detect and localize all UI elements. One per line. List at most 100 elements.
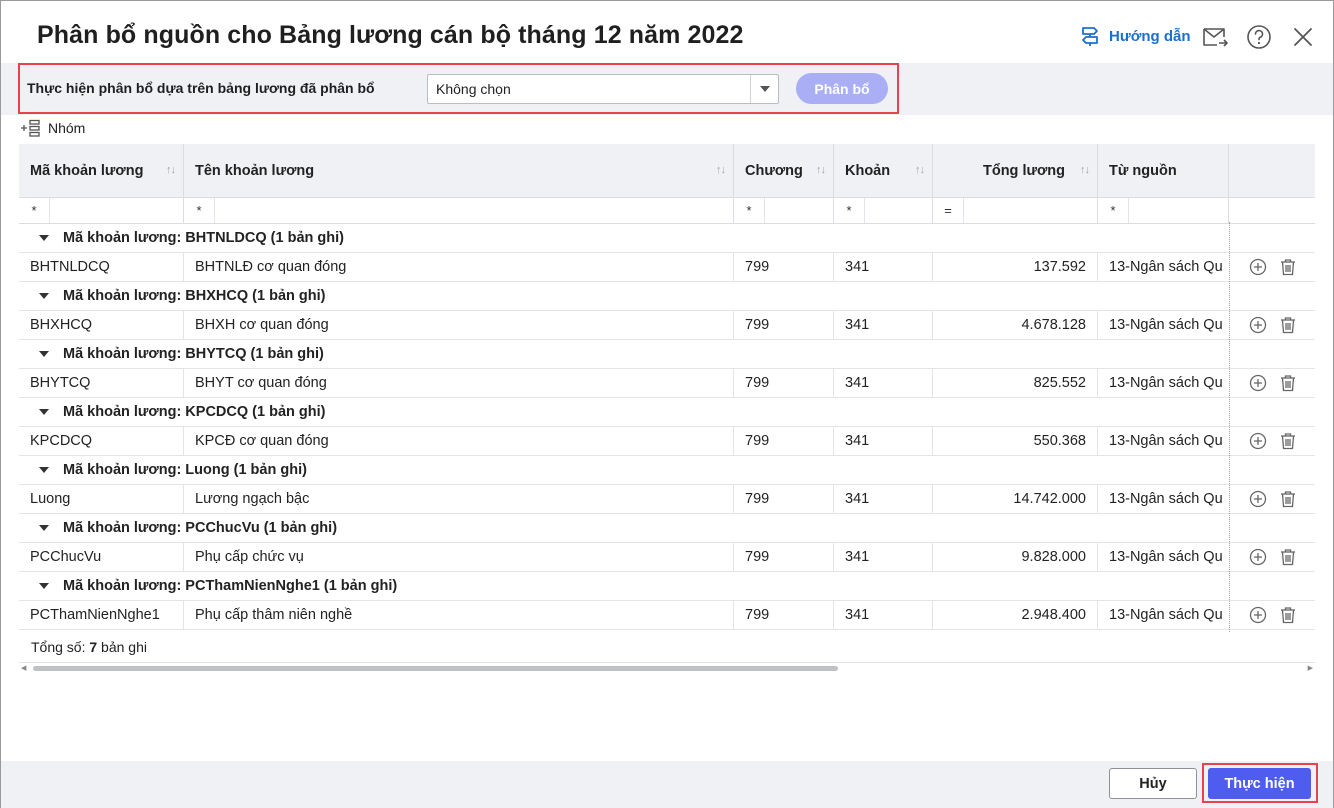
cell-ma: PCThamNienNghe1 bbox=[19, 601, 184, 629]
group-row[interactable]: Mã khoản lương: BHXHCQ (1 bản ghi) bbox=[19, 282, 1315, 311]
col-header-chuong-label: Chương bbox=[745, 162, 803, 179]
trash-icon[interactable] bbox=[1279, 374, 1297, 392]
group-row[interactable]: Mã khoản lương: PCChucVu (1 bản ghi) bbox=[19, 514, 1315, 543]
group-toggle[interactable]: Nhóm bbox=[20, 119, 85, 137]
cell-nguon: 13-Ngân sách Qu bbox=[1109, 491, 1223, 507]
trash-icon[interactable] bbox=[1279, 490, 1297, 508]
sort-icon[interactable]: ↑↓ bbox=[716, 164, 726, 176]
col-header-ten[interactable]: Tên khoản lương ↑↓ bbox=[184, 144, 734, 197]
cell-chuong: 799 bbox=[734, 427, 834, 455]
sort-icon[interactable]: ↑↓ bbox=[915, 164, 925, 176]
filter-op[interactable]: * bbox=[19, 198, 50, 223]
sort-icon[interactable]: ↑↓ bbox=[166, 164, 176, 176]
confirm-button[interactable]: Thực hiện bbox=[1208, 768, 1311, 799]
table-row[interactable]: BHXHCQ BHXH cơ quan đóng 799 341 4.678.1… bbox=[19, 311, 1315, 340]
caret-down-icon[interactable] bbox=[39, 235, 49, 241]
group-row[interactable]: Mã khoản lương: Luong (1 bản ghi) bbox=[19, 456, 1315, 485]
scrollbar-thumb[interactable] bbox=[33, 666, 838, 671]
filter-op[interactable]: * bbox=[834, 198, 865, 223]
trash-icon[interactable] bbox=[1279, 548, 1297, 566]
col-header-ten-label: Tên khoản lương bbox=[195, 162, 315, 179]
col-header-tong[interactable]: Tổng lương ↑↓ bbox=[933, 144, 1098, 197]
group-label: Mã khoản lương: KPCDCQ (1 bản ghi) bbox=[39, 404, 325, 420]
scroll-right-icon[interactable]: ▶ bbox=[1308, 664, 1313, 672]
col-header-khoan[interactable]: Khoản ↑↓ bbox=[834, 144, 933, 197]
cell-nguon: 13-Ngân sách Qu bbox=[1109, 317, 1223, 333]
close-icon[interactable] bbox=[1289, 23, 1317, 51]
group-label: Mã khoản lương: BHXHCQ (1 bản ghi) bbox=[39, 288, 325, 304]
filter-nguon[interactable]: * bbox=[1098, 198, 1229, 223]
group-row[interactable]: Mã khoản lương: PCThamNienNghe1 (1 bản g… bbox=[19, 572, 1315, 601]
cancel-button[interactable]: Hủy bbox=[1109, 768, 1197, 799]
trash-icon[interactable] bbox=[1279, 258, 1297, 276]
sort-icon[interactable]: ↑↓ bbox=[816, 164, 826, 176]
cell-khoan: 341 bbox=[834, 369, 933, 397]
group-label: Mã khoản lương: Luong (1 bản ghi) bbox=[39, 462, 307, 478]
table-row[interactable]: Luong Lương ngạch bậc 799 341 14.742.000… bbox=[19, 485, 1315, 514]
cell-tong: 14.742.000 bbox=[933, 485, 1098, 513]
cell-ma: KPCDCQ bbox=[19, 427, 184, 455]
add-circle-icon[interactable] bbox=[1249, 606, 1267, 624]
horizontal-scrollbar[interactable]: ◀ ▶ bbox=[19, 662, 1315, 673]
caret-down-icon[interactable] bbox=[39, 525, 49, 531]
add-circle-icon[interactable] bbox=[1249, 432, 1267, 450]
table-row[interactable]: PCChucVu Phụ cấp chức vụ 799 341 9.828.0… bbox=[19, 543, 1315, 572]
group-row[interactable]: Mã khoản lương: BHYTCQ (1 bản ghi) bbox=[19, 340, 1315, 369]
question-icon[interactable] bbox=[1245, 23, 1273, 51]
add-circle-icon[interactable] bbox=[1249, 548, 1267, 566]
filter-op[interactable]: * bbox=[734, 198, 765, 223]
cell-khoan: 341 bbox=[834, 543, 933, 571]
caret-down-icon[interactable] bbox=[39, 293, 49, 299]
col-header-chuong[interactable]: Chương ↑↓ bbox=[734, 144, 834, 197]
add-circle-icon[interactable] bbox=[1249, 316, 1267, 334]
table-row[interactable]: BHTNLDCQ BHTNLĐ cơ quan đóng 799 341 137… bbox=[19, 253, 1315, 282]
add-circle-icon[interactable] bbox=[1249, 490, 1267, 508]
table-row[interactable]: PCThamNienNghe1 Phụ cấp thâm niên nghề 7… bbox=[19, 601, 1315, 630]
trash-icon[interactable] bbox=[1279, 316, 1297, 334]
filter-ma[interactable]: * bbox=[19, 198, 184, 223]
filter-ten[interactable]: * bbox=[184, 198, 734, 223]
help-link-label: Hướng dẫn bbox=[1109, 27, 1191, 45]
scroll-left-icon[interactable]: ◀ bbox=[21, 664, 26, 672]
allocate-button[interactable]: Phân bổ bbox=[796, 73, 888, 104]
sort-icon[interactable]: ↑↓ bbox=[1080, 164, 1090, 176]
filter-khoan[interactable]: * bbox=[834, 198, 933, 223]
cell-ten: BHXH cơ quan đóng bbox=[184, 311, 734, 339]
filter-tong[interactable]: = bbox=[933, 198, 1098, 223]
allocation-bar-label: Thực hiện phân bổ dựa trên bảng lương đã… bbox=[27, 80, 375, 96]
cell-tong: 137.592 bbox=[933, 253, 1098, 281]
filter-op[interactable]: * bbox=[184, 198, 215, 223]
trash-icon[interactable] bbox=[1279, 606, 1297, 624]
row-actions bbox=[1229, 485, 1315, 513]
add-circle-icon[interactable] bbox=[1249, 258, 1267, 276]
allocated-payroll-select[interactable]: Không chọn bbox=[427, 74, 779, 104]
filter-chuong[interactable]: * bbox=[734, 198, 834, 223]
group-label: Mã khoản lương: PCChucVu (1 bản ghi) bbox=[39, 520, 337, 536]
group-label: Mã khoản lương: BHTNLDCQ (1 bản ghi) bbox=[39, 230, 344, 246]
add-circle-icon[interactable] bbox=[1249, 374, 1267, 392]
filter-op[interactable]: * bbox=[1098, 198, 1129, 223]
cell-ma: BHTNLDCQ bbox=[19, 253, 184, 281]
cell-ma: PCChucVu bbox=[19, 543, 184, 571]
caret-down-icon[interactable] bbox=[39, 409, 49, 415]
dialog-header: Phân bổ nguồn cho Bảng lương cán bộ thán… bbox=[1, 1, 1333, 63]
group-row[interactable]: Mã khoản lương: KPCDCQ (1 bản ghi) bbox=[19, 398, 1315, 427]
mail-send-icon[interactable] bbox=[1201, 23, 1229, 51]
group-label-text: Mã khoản lương: PCThamNienNghe1 (1 bản g… bbox=[63, 578, 398, 594]
col-header-ma[interactable]: Mã khoản lương ↑↓ bbox=[19, 144, 184, 197]
help-link[interactable]: Hướng dẫn bbox=[1079, 25, 1191, 47]
cell-khoan: 341 bbox=[834, 311, 933, 339]
group-row[interactable]: Mã khoản lương: BHTNLDCQ (1 bản ghi) bbox=[19, 224, 1315, 253]
col-header-nguon[interactable]: Từ nguồn bbox=[1098, 144, 1229, 197]
cell-ma: BHXHCQ bbox=[19, 311, 184, 339]
caret-down-icon[interactable] bbox=[39, 351, 49, 357]
caret-down-icon[interactable] bbox=[39, 583, 49, 589]
table-row[interactable]: BHYTCQ BHYT cơ quan đóng 799 341 825.552… bbox=[19, 369, 1315, 398]
chevron-down-icon[interactable] bbox=[750, 75, 778, 103]
trash-icon[interactable] bbox=[1279, 432, 1297, 450]
filter-op[interactable]: = bbox=[933, 198, 964, 223]
caret-down-icon[interactable] bbox=[39, 467, 49, 473]
table-row[interactable]: KPCDCQ KPCĐ cơ quan đóng 799 341 550.368… bbox=[19, 427, 1315, 456]
cell-nguon: 13-Ngân sách Qu bbox=[1109, 259, 1223, 275]
col-header-tong-label: Tổng lương bbox=[982, 162, 1065, 179]
